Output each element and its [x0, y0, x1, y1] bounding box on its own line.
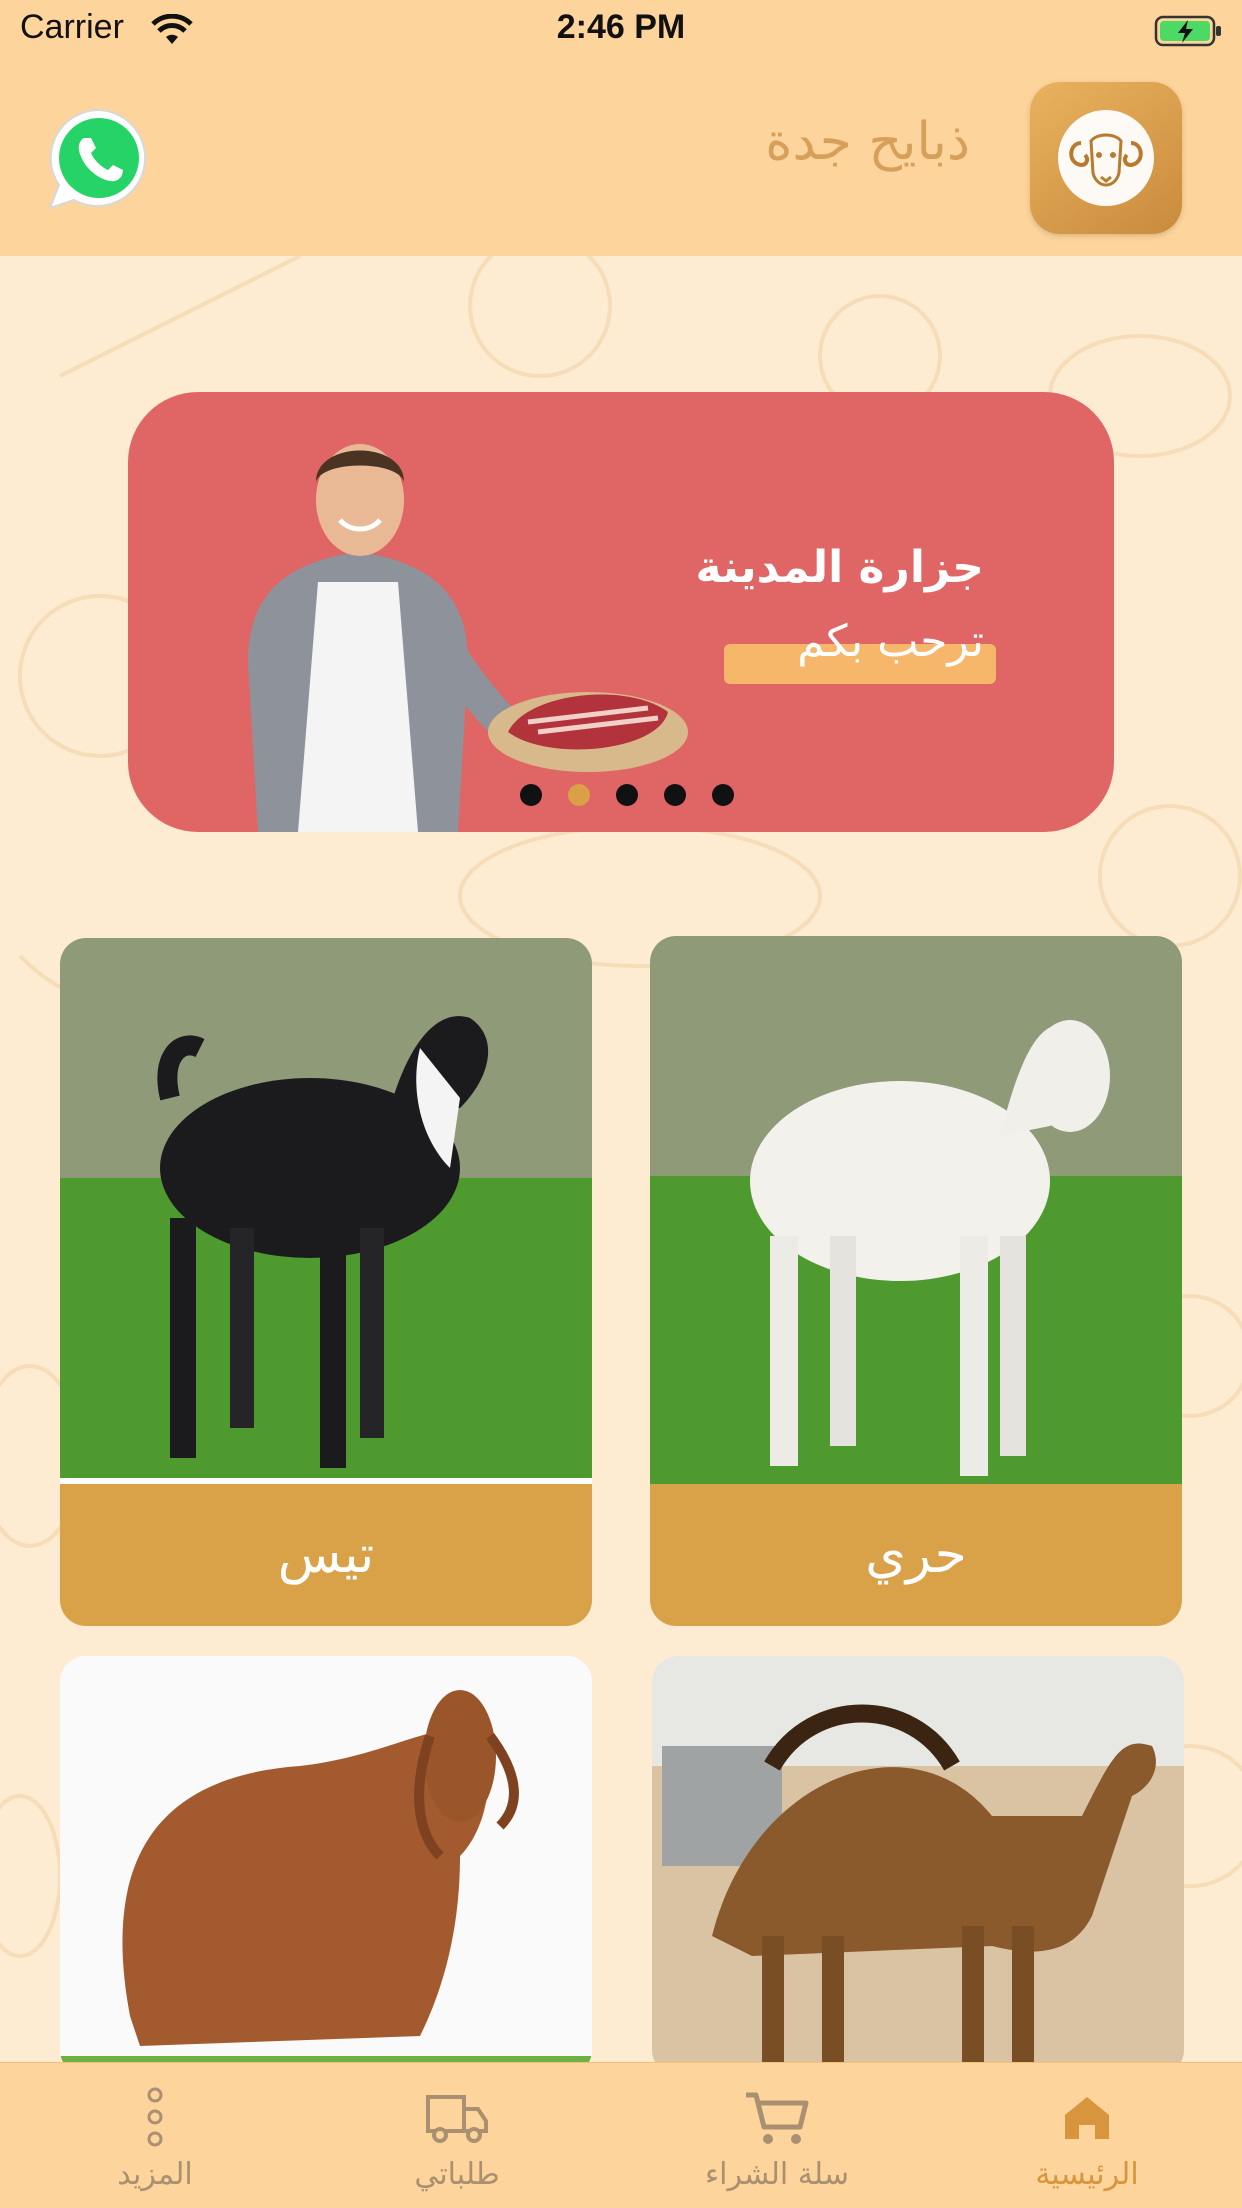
tab-orders[interactable]: طلباتي: [302, 2063, 612, 2208]
category-card[interactable]: تيس: [60, 938, 592, 1626]
black-goat-photo: [60, 938, 592, 1478]
cart-icon: [742, 2085, 812, 2149]
tab-home[interactable]: الرئيسية: [932, 2063, 1242, 2208]
home-icon: [1059, 2085, 1115, 2149]
banner-headline: جزارة المدينة: [695, 542, 984, 593]
camel-photo: [652, 1656, 1184, 2076]
tab-orders-label: طلباتي: [414, 2157, 500, 2192]
banner-subline: ترحب بكم: [797, 616, 984, 667]
carousel-indicator: [128, 784, 1114, 806]
carousel-dot[interactable]: [664, 784, 686, 806]
whatsapp-icon[interactable]: [44, 104, 154, 214]
more-dots-icon: [145, 2085, 165, 2149]
carousel-dot[interactable]: [712, 784, 734, 806]
app-title: ذبايح جدة: [765, 112, 970, 172]
carousel-dot-active[interactable]: [568, 784, 590, 806]
promo-banner[interactable]: جزارة المدينة ترحب بكم: [128, 392, 1114, 832]
truck-icon: [422, 2085, 492, 2149]
tab-bar: الرئيسية سلة الشراء طلباتي المزيد: [0, 2062, 1242, 2208]
carousel-dot[interactable]: [520, 784, 542, 806]
app-header: Carrier 2:46 PM ذبايح جدة: [0, 0, 1242, 256]
tab-cart[interactable]: سلة الشراء: [622, 2063, 932, 2208]
tab-more[interactable]: المزيد: [0, 2063, 310, 2208]
carousel-dot[interactable]: [616, 784, 638, 806]
category-label: تيس: [60, 1484, 592, 1626]
white-sheep-photo: [650, 936, 1182, 1484]
butcher-photo: [248, 444, 688, 832]
category-label: حري: [650, 1484, 1182, 1626]
battery-icon: [1154, 14, 1224, 52]
tab-cart-label: سلة الشراء: [705, 2157, 849, 2192]
clock: 2:46 PM: [556, 8, 686, 46]
tab-home-label: الرئيسية: [1035, 2157, 1139, 2192]
brown-sheep-photo: [60, 1656, 592, 2076]
category-card[interactable]: [652, 1656, 1184, 2076]
ram-head-icon[interactable]: [1030, 82, 1182, 234]
tab-more-label: المزيد: [117, 2157, 193, 2192]
status-bar: Carrier 2:46 PM: [0, 0, 1242, 62]
category-card[interactable]: حري: [650, 936, 1182, 1626]
category-card[interactable]: [60, 1656, 592, 2076]
